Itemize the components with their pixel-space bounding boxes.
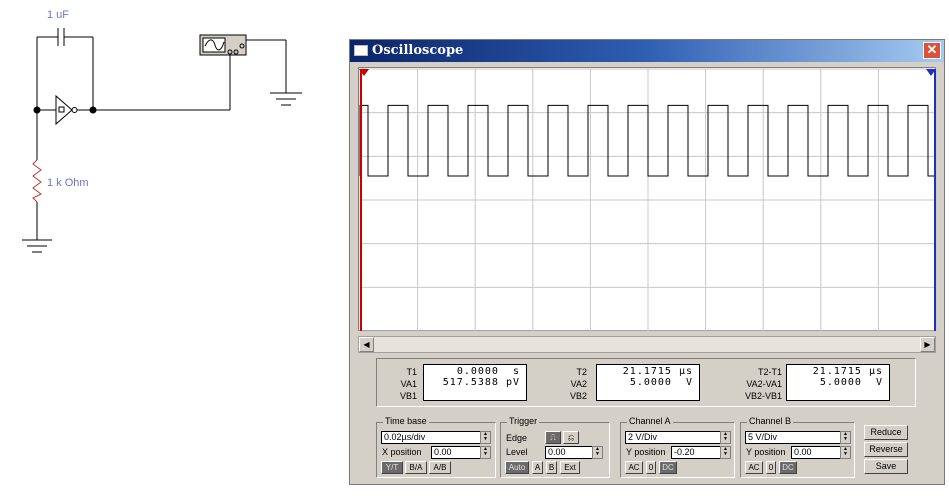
save-button[interactable]: Save	[864, 459, 908, 474]
trigger-a-button[interactable]: A	[532, 461, 543, 474]
title-bar[interactable]: Oscilloscope ✕	[350, 40, 944, 62]
node-dot	[33, 106, 41, 114]
window-title: Oscilloscope	[372, 43, 464, 58]
channel-a-title: Channel A	[627, 416, 673, 426]
channel-a-ypos-label: Y position	[626, 447, 666, 457]
channel-a-scale-value: 2 V/Div	[628, 432, 658, 442]
channel-b-ypos-value: 0.00	[794, 447, 812, 457]
resistor-symbol	[32, 159, 42, 203]
trigger-ext-button[interactable]: Ext	[560, 461, 580, 474]
dt-value: 21.1715 µs	[812, 366, 883, 377]
channel-b-ypos-label: Y position	[746, 447, 786, 457]
node-dot	[89, 106, 97, 114]
window-icon	[354, 45, 368, 56]
capacitor-label: 1 uF	[47, 9, 70, 21]
va2-value: 5.0000 V	[629, 377, 693, 388]
ba-mode-button[interactable]: B/A	[405, 461, 427, 474]
vb1-label: VB1	[399, 391, 417, 401]
t2-label: T2	[576, 367, 587, 377]
xpos-label: X position	[382, 447, 422, 457]
level-value: 0.00	[548, 447, 566, 457]
t1-label: T1	[406, 367, 417, 377]
resistor-label: 1 k Ohm	[47, 177, 89, 189]
oscilloscope-window: Oscilloscope ✕ ◀ ▶ T1 VA1 VB1 0.0000 s 5…	[349, 39, 945, 485]
delta-readout: 21.1715 µs 5.0000 V	[786, 364, 890, 401]
timebase-scale-field[interactable]: 0.02µs/div ▲ ▼	[381, 431, 491, 444]
vb2-label: VB2	[569, 391, 587, 401]
trigger-b-button[interactable]: B	[546, 461, 557, 474]
timebase-scale-value: 0.02µs/div	[384, 432, 426, 442]
xpos-value: 0.00	[434, 447, 452, 457]
channel-b-dc-button[interactable]: DC	[779, 461, 797, 474]
channel-a-dc-button[interactable]: DC	[659, 461, 677, 474]
channel-a-ypos-value: -0.20	[674, 447, 695, 457]
circuit-diagram	[22, 28, 302, 253]
channel-b-ypos-field[interactable]: 0.00 ▲ ▼	[791, 446, 851, 459]
scope-display	[358, 67, 937, 332]
scroll-left-icon[interactable]: ◀	[359, 337, 374, 352]
cursor-readout-panel: T1 VA1 VB1 0.0000 s 517.5388 pV T2 VA2 V…	[376, 358, 916, 407]
xpos-field[interactable]: 0.00 ▲ ▼	[431, 446, 491, 459]
trigger-group: Trigger Edge ⎍ ⎌ Level 0.00 ▲ ▼ Auto A B …	[500, 416, 610, 478]
channel-b-zero-button[interactable]: 0	[766, 461, 776, 474]
yt-mode-button[interactable]: Y/T	[381, 461, 403, 474]
channel-b-scale-value: 5 V/Div	[748, 432, 778, 442]
t1-value: 0.0000 s	[456, 366, 520, 377]
spinner-icon[interactable]: ▲ ▼	[720, 431, 731, 444]
level-label: Level	[506, 447, 528, 457]
t2-value: 21.1715 µs	[622, 366, 693, 377]
spinner-icon[interactable]: ▲ ▼	[720, 446, 731, 459]
timebase-title: Time base	[383, 416, 429, 426]
spinner-icon[interactable]: ▲ ▼	[480, 446, 491, 459]
channel-a-group: Channel A 2 V/Div ▲ ▼ Y position -0.20 ▲ ▼…	[620, 416, 735, 478]
scroll-right-icon[interactable]: ▶	[920, 337, 935, 352]
reduce-button[interactable]: Reduce	[864, 425, 908, 440]
timebase-group: Time base 0.02µs/div ▲ ▼ X position 0.00 …	[376, 416, 496, 478]
rising-edge-icon[interactable]: ⎍	[545, 431, 561, 444]
va1-value: 517.5388 pV	[442, 377, 520, 388]
channel-a-trace	[359, 104, 936, 177]
trigger-title: Trigger	[507, 416, 540, 426]
cursor2-readout: 21.1715 µs 5.0000 V	[596, 364, 700, 401]
scope-graph	[359, 68, 937, 332]
channel-b-group: Channel B 5 V/Div ▲ ▼ Y position 0.00 ▲ ▼ …	[740, 416, 855, 478]
spinner-icon[interactable]: ▲ ▼	[480, 431, 491, 444]
va1-label: VA1	[400, 379, 417, 389]
va2-label: VA2	[570, 379, 587, 389]
close-button[interactable]: ✕	[923, 42, 941, 59]
cursor1-readout: 0.0000 s 517.5388 pV	[423, 364, 527, 401]
spinner-icon[interactable]: ▲ ▼	[840, 431, 851, 444]
reverse-button[interactable]: Reverse	[864, 442, 908, 457]
channel-b-scale-field[interactable]: 5 V/Div ▲ ▼	[745, 431, 851, 444]
channel-a-ac-button[interactable]: AC	[625, 461, 643, 474]
ab-mode-button[interactable]: A/B	[429, 461, 451, 474]
schematic: 1 uF 1 k Ohm	[0, 0, 340, 300]
dva-label: VA2-VA1	[746, 379, 782, 389]
channel-b-title: Channel B	[747, 416, 794, 426]
dva-value: 5.0000 V	[819, 377, 883, 388]
falling-edge-icon[interactable]: ⎌	[563, 431, 579, 444]
channel-a-ypos-field[interactable]: -0.20 ▲ ▼	[671, 446, 731, 459]
channel-a-scale-field[interactable]: 2 V/Div ▲ ▼	[625, 431, 731, 444]
auto-trigger-button[interactable]: Auto	[505, 461, 529, 474]
horizontal-scrollbar[interactable]: ◀ ▶	[358, 336, 936, 353]
spinner-icon[interactable]: ▲ ▼	[592, 446, 603, 459]
spinner-icon[interactable]: ▲ ▼	[840, 446, 851, 459]
edge-label: Edge	[506, 433, 528, 443]
channel-a-zero-button[interactable]: 0	[646, 461, 656, 474]
dvb-label: VB2-VB1	[744, 391, 782, 401]
dt-label: T2-T1	[757, 367, 782, 377]
channel-b-ac-button[interactable]: AC	[745, 461, 763, 474]
level-field[interactable]: 0.00 ▲ ▼	[545, 446, 603, 459]
